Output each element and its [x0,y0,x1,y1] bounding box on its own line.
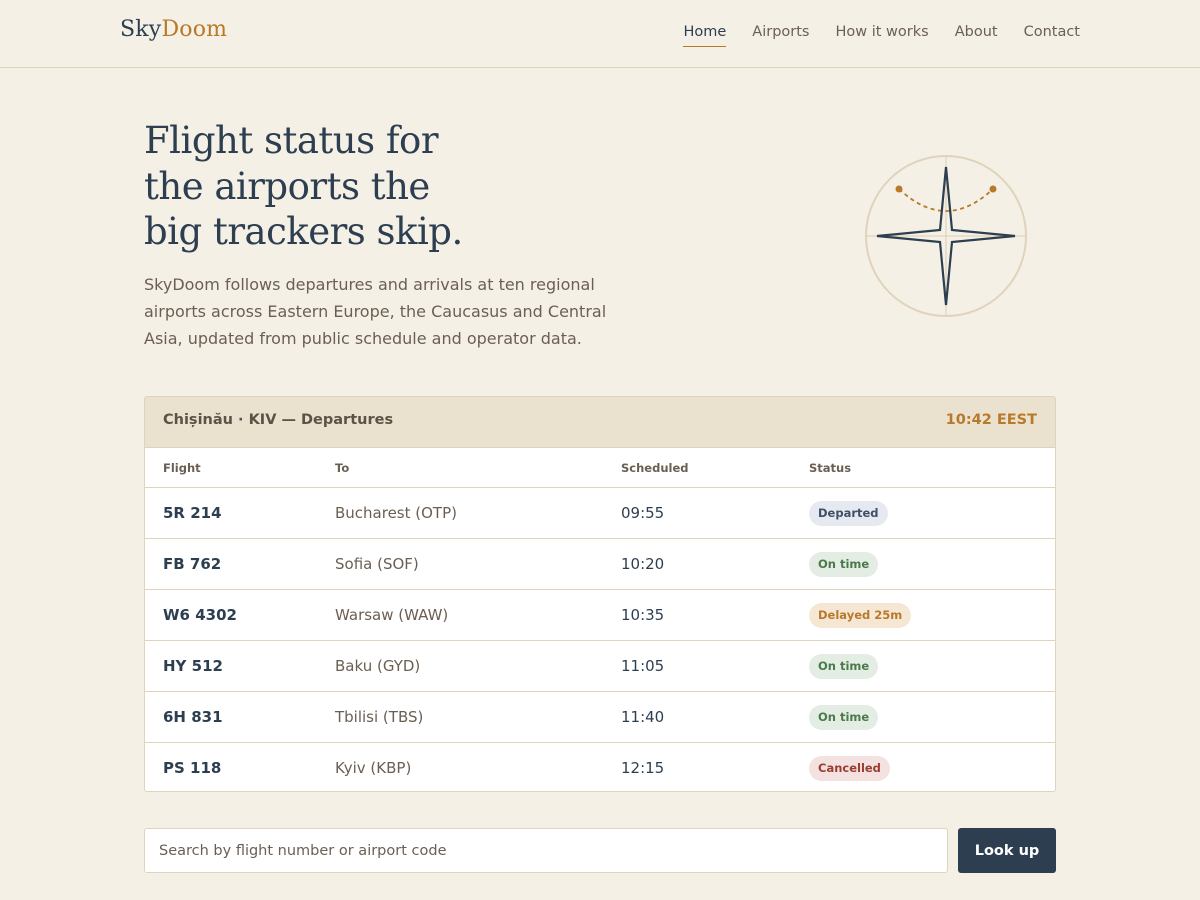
search-input[interactable] [144,828,948,873]
flight-number: PS 118 [163,759,222,777]
status-cell: Departed [809,487,1055,539]
status-badge: Cancelled [809,755,890,781]
status-badge: On time [809,704,879,730]
nav-home[interactable]: Home [683,22,727,47]
destination: Baku (GYD) [335,640,621,692]
site-header: SkyDoom Home Airports How it works About… [0,0,1200,68]
flight-number: FB 762 [145,538,335,590]
nav-contact[interactable]: Contact [1024,22,1080,47]
status-cell: Delayed 25m [809,589,1055,641]
flight-number: W6 4302 [145,589,335,641]
logo-text-sky: Sky [120,17,162,42]
hero-title-line-3: big trackers skip. [144,210,463,253]
destination: Tbilisi (TBS) [335,691,621,743]
flight-number: 6H 831 [145,691,335,743]
status-badge: On time [809,653,879,679]
column-header-scheduled: Scheduled [621,448,809,488]
table-row[interactable]: PS 118 Kyiv (KBP) 12:15 Cancelled [145,743,1055,792]
destination: Bucharest (OTP) [335,487,621,539]
destination: Warsaw (WAW) [335,589,621,641]
destination: Sofia (SOF) [335,538,621,590]
hero-title-line-2: the airports the [144,164,430,208]
table-row[interactable]: W6 4302 Warsaw (WAW) 10:35 Delayed 25m [145,589,1055,641]
hero-subtitle: SkyDoom follows departures and arrivals … [144,275,607,348]
status-cell: On time [809,538,1055,590]
status-cell: On time [809,691,1055,743]
compass-star-icon [865,155,1027,317]
board-local-time: 10:42 EEST [945,412,1037,428]
nav-about[interactable]: About [955,22,998,47]
status-badge: Delayed 25m [809,602,912,628]
scheduled-time: 10:35 [621,589,809,641]
scheduled-time: 11:05 [621,640,809,692]
status-badge: On time [809,551,879,577]
hero-title-line-1: Flight status for [144,119,439,162]
scheduled-time: 09:55 [621,487,809,539]
table-row[interactable]: HY 512 Baku (GYD) 11:05 On time [145,640,1055,692]
departures-board: Chișinău · KIV — Departures 10:42 EEST F… [144,396,1056,792]
flight-number: 5R 214 [145,487,335,539]
nav-how-it-works[interactable]: How it works [835,22,928,47]
scheduled-time: 10:20 [621,538,809,590]
table-row[interactable]: 5R 214 Bucharest (OTP) 09:55 Departed [145,487,1055,539]
status-cell: Cancelled [809,743,1055,792]
status-cell: On time [809,640,1055,692]
scheduled-time: 11:40 [621,691,809,743]
table-row[interactable]: 6H 831 Tbilisi (TBS) 11:40 On time [145,691,1055,743]
column-header-to: To [335,448,621,488]
logo-text-doom: Doom [161,17,228,42]
status-badge: Departed [809,500,888,526]
main-nav: Home Airports How it works About Contact [683,22,1080,47]
site-logo[interactable]: SkyDoom [120,17,227,42]
column-header-status: Status [809,448,1055,488]
look-up-button[interactable]: Look up [958,828,1056,873]
departures-table: Flight To Scheduled Status 5R 214 Buchar… [145,448,1055,792]
hero-title: Flight status for the airports the big t… [144,118,604,255]
scheduled-time: 12:15 [621,759,665,777]
table-header-row: Flight To Scheduled Status [145,448,1055,488]
board-title: Chișinău · KIV — Departures [163,412,394,428]
board-header: Chișinău · KIV — Departures 10:42 EEST [145,397,1055,448]
nav-airports[interactable]: Airports [752,22,809,47]
destination: Kyiv (KBP) [335,759,412,777]
column-header-flight: Flight [145,448,335,488]
flight-number: HY 512 [145,640,335,692]
table-row[interactable]: FB 762 Sofia (SOF) 10:20 On time [145,538,1055,590]
